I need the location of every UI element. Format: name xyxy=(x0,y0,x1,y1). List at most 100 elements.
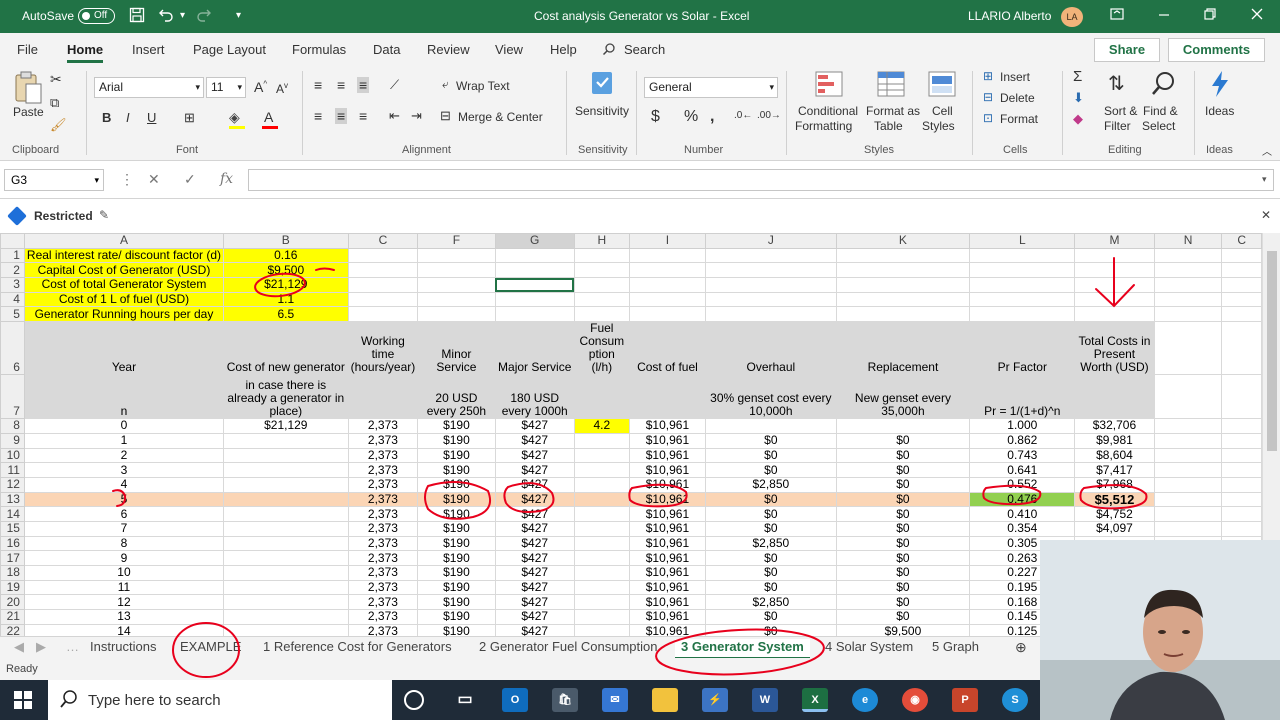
sheet-tab-example[interactable]: EXAMPLE xyxy=(180,639,241,654)
header-replacement[interactable]: Replacement xyxy=(835,321,971,376)
cell-minor-service[interactable]: $190 xyxy=(417,418,496,434)
increase-decimal-icon[interactable]: .0← xyxy=(734,110,752,121)
user-name[interactable]: LLARIO Alberto xyxy=(968,9,1051,23)
cell-cost-of-fuel[interactable]: $10,961 xyxy=(628,609,707,625)
italic-icon[interactable]: I xyxy=(126,110,130,125)
ribbon-display-icon[interactable] xyxy=(1110,7,1124,24)
cell[interactable] xyxy=(347,277,419,293)
cell-cost-of-fuel[interactable]: $10,961 xyxy=(628,565,707,581)
cell-cost-of-fuel[interactable]: $10,961 xyxy=(628,491,707,508)
cell-year[interactable]: 1 xyxy=(23,432,225,449)
row-number[interactable]: 13 xyxy=(0,491,25,508)
subheader-overhaul[interactable]: 30% genset cost every 10,000h xyxy=(705,374,837,420)
row-number[interactable]: 2 xyxy=(0,262,25,279)
cell-minor-service[interactable]: $190 xyxy=(417,550,496,566)
cell-working-time[interactable]: 2,373 xyxy=(347,432,419,449)
cell-minor-service[interactable]: $190 xyxy=(417,565,496,581)
format-painter-icon[interactable]: 🖌 xyxy=(50,117,67,133)
sort-filter-icon[interactable]: ⇅ xyxy=(1108,71,1125,96)
cell-year[interactable]: 14 xyxy=(23,623,225,636)
row-number[interactable]: 12 xyxy=(0,476,25,493)
cell-working-time[interactable]: 2,373 xyxy=(347,476,419,493)
cell-cost-of-fuel[interactable]: $10,961 xyxy=(628,579,707,596)
cell-minor-service[interactable]: $190 xyxy=(417,462,496,478)
cell-major-service[interactable]: $427 xyxy=(494,491,575,508)
cell[interactable] xyxy=(969,291,1076,308)
scroll-thumb[interactable] xyxy=(1267,251,1277,451)
row-number[interactable]: 5 xyxy=(0,306,25,323)
format-cells-label[interactable]: Format xyxy=(1000,112,1038,126)
cell[interactable] xyxy=(494,262,575,279)
cell-minor-service[interactable]: $190 xyxy=(417,609,496,625)
undo-icon[interactable] xyxy=(158,7,174,27)
cell[interactable] xyxy=(1153,447,1223,464)
cell[interactable] xyxy=(573,262,630,279)
cell-cost-of-fuel[interactable]: $10,961 xyxy=(628,476,707,493)
cell-working-time[interactable]: 2,373 xyxy=(347,506,419,522)
save-icon[interactable] xyxy=(129,7,145,27)
cell[interactable] xyxy=(573,291,630,308)
param-label[interactable]: Cost of total Generator System xyxy=(23,277,225,293)
cell[interactable] xyxy=(1153,374,1223,420)
cell[interactable] xyxy=(1153,277,1223,293)
column-header-f[interactable]: F xyxy=(417,233,496,249)
cell-replacement[interactable]: $0 xyxy=(835,432,971,449)
cell-pr-factor[interactable]: 0.641 xyxy=(969,462,1076,478)
percent-icon[interactable]: % xyxy=(684,108,698,126)
cell-major-service[interactable]: $427 xyxy=(494,609,575,625)
sort-filter-label-1[interactable]: Sort & xyxy=(1104,104,1137,118)
cell-fuel-consumption[interactable] xyxy=(573,462,630,478)
tab-file[interactable]: File xyxy=(17,42,38,57)
wrap-text-label[interactable]: Wrap Text xyxy=(456,79,510,93)
cell[interactable] xyxy=(1153,247,1223,264)
merge-center-icon[interactable]: ⊟ xyxy=(440,108,451,124)
cell-minor-service[interactable]: $190 xyxy=(417,506,496,522)
cell-major-service[interactable]: $427 xyxy=(494,550,575,566)
cell-year[interactable]: 4 xyxy=(23,476,225,493)
cell[interactable] xyxy=(835,277,971,293)
share-button[interactable]: Share xyxy=(1094,38,1160,62)
cell-year[interactable]: 0 xyxy=(23,418,225,434)
collapse-ribbon-icon[interactable]: ︿ xyxy=(1262,143,1272,158)
cell[interactable] xyxy=(1221,277,1262,293)
cell-year[interactable]: 8 xyxy=(23,535,225,552)
cell-minor-service[interactable]: $190 xyxy=(417,535,496,552)
row-number[interactable]: 21 xyxy=(0,609,25,625)
autosum-icon[interactable]: Σ xyxy=(1073,68,1082,85)
cell-major-service[interactable]: $427 xyxy=(494,535,575,552)
cell[interactable] xyxy=(1221,491,1262,508)
cell-overhaul[interactable]: $0 xyxy=(705,609,837,625)
cell-replacement[interactable]: $0 xyxy=(835,462,971,478)
cell-fuel-consumption[interactable] xyxy=(573,550,630,566)
cell[interactable] xyxy=(573,247,630,264)
cell-major-service[interactable]: $427 xyxy=(494,594,575,611)
cell-major-service[interactable]: $427 xyxy=(494,565,575,581)
cell[interactable] xyxy=(1153,291,1223,308)
row-number[interactable]: 11 xyxy=(0,462,25,478)
cell-minor-service[interactable]: $190 xyxy=(417,432,496,449)
cell-year[interactable]: 11 xyxy=(23,579,225,596)
cell-cost-of-fuel[interactable]: $10,961 xyxy=(628,520,707,537)
cell-working-time[interactable]: 2,373 xyxy=(347,609,419,625)
cell-working-time[interactable]: 2,373 xyxy=(347,418,419,434)
cell-major-service[interactable]: $427 xyxy=(494,520,575,537)
cell-pr-factor[interactable]: 0.476 xyxy=(969,491,1076,508)
column-header-n[interactable]: N xyxy=(1153,233,1223,249)
sheet-tab-solar-system[interactable]: 4 Solar System xyxy=(825,639,913,654)
column-header-b[interactable]: B xyxy=(223,233,349,249)
param-value[interactable]: $21,129 xyxy=(223,277,349,293)
cell[interactable] xyxy=(417,291,496,308)
tab-data[interactable]: Data xyxy=(373,42,400,57)
column-header-c[interactable]: C xyxy=(347,233,419,249)
cell[interactable] xyxy=(494,247,575,264)
expand-formula-icon[interactable]: ▾ xyxy=(1262,174,1267,185)
edge-icon[interactable]: e xyxy=(852,688,878,712)
cell[interactable] xyxy=(1153,262,1223,279)
cell-overhaul[interactable]: $0 xyxy=(705,550,837,566)
cell-cost-of-fuel[interactable]: $10,961 xyxy=(628,535,707,552)
increase-indent-icon[interactable]: ⇥ xyxy=(411,108,422,124)
cell-working-time[interactable]: 2,373 xyxy=(347,594,419,611)
cell[interactable] xyxy=(705,277,837,293)
cell-overhaul[interactable]: $0 xyxy=(705,520,837,537)
subheader-cost-fuel[interactable] xyxy=(628,374,707,420)
